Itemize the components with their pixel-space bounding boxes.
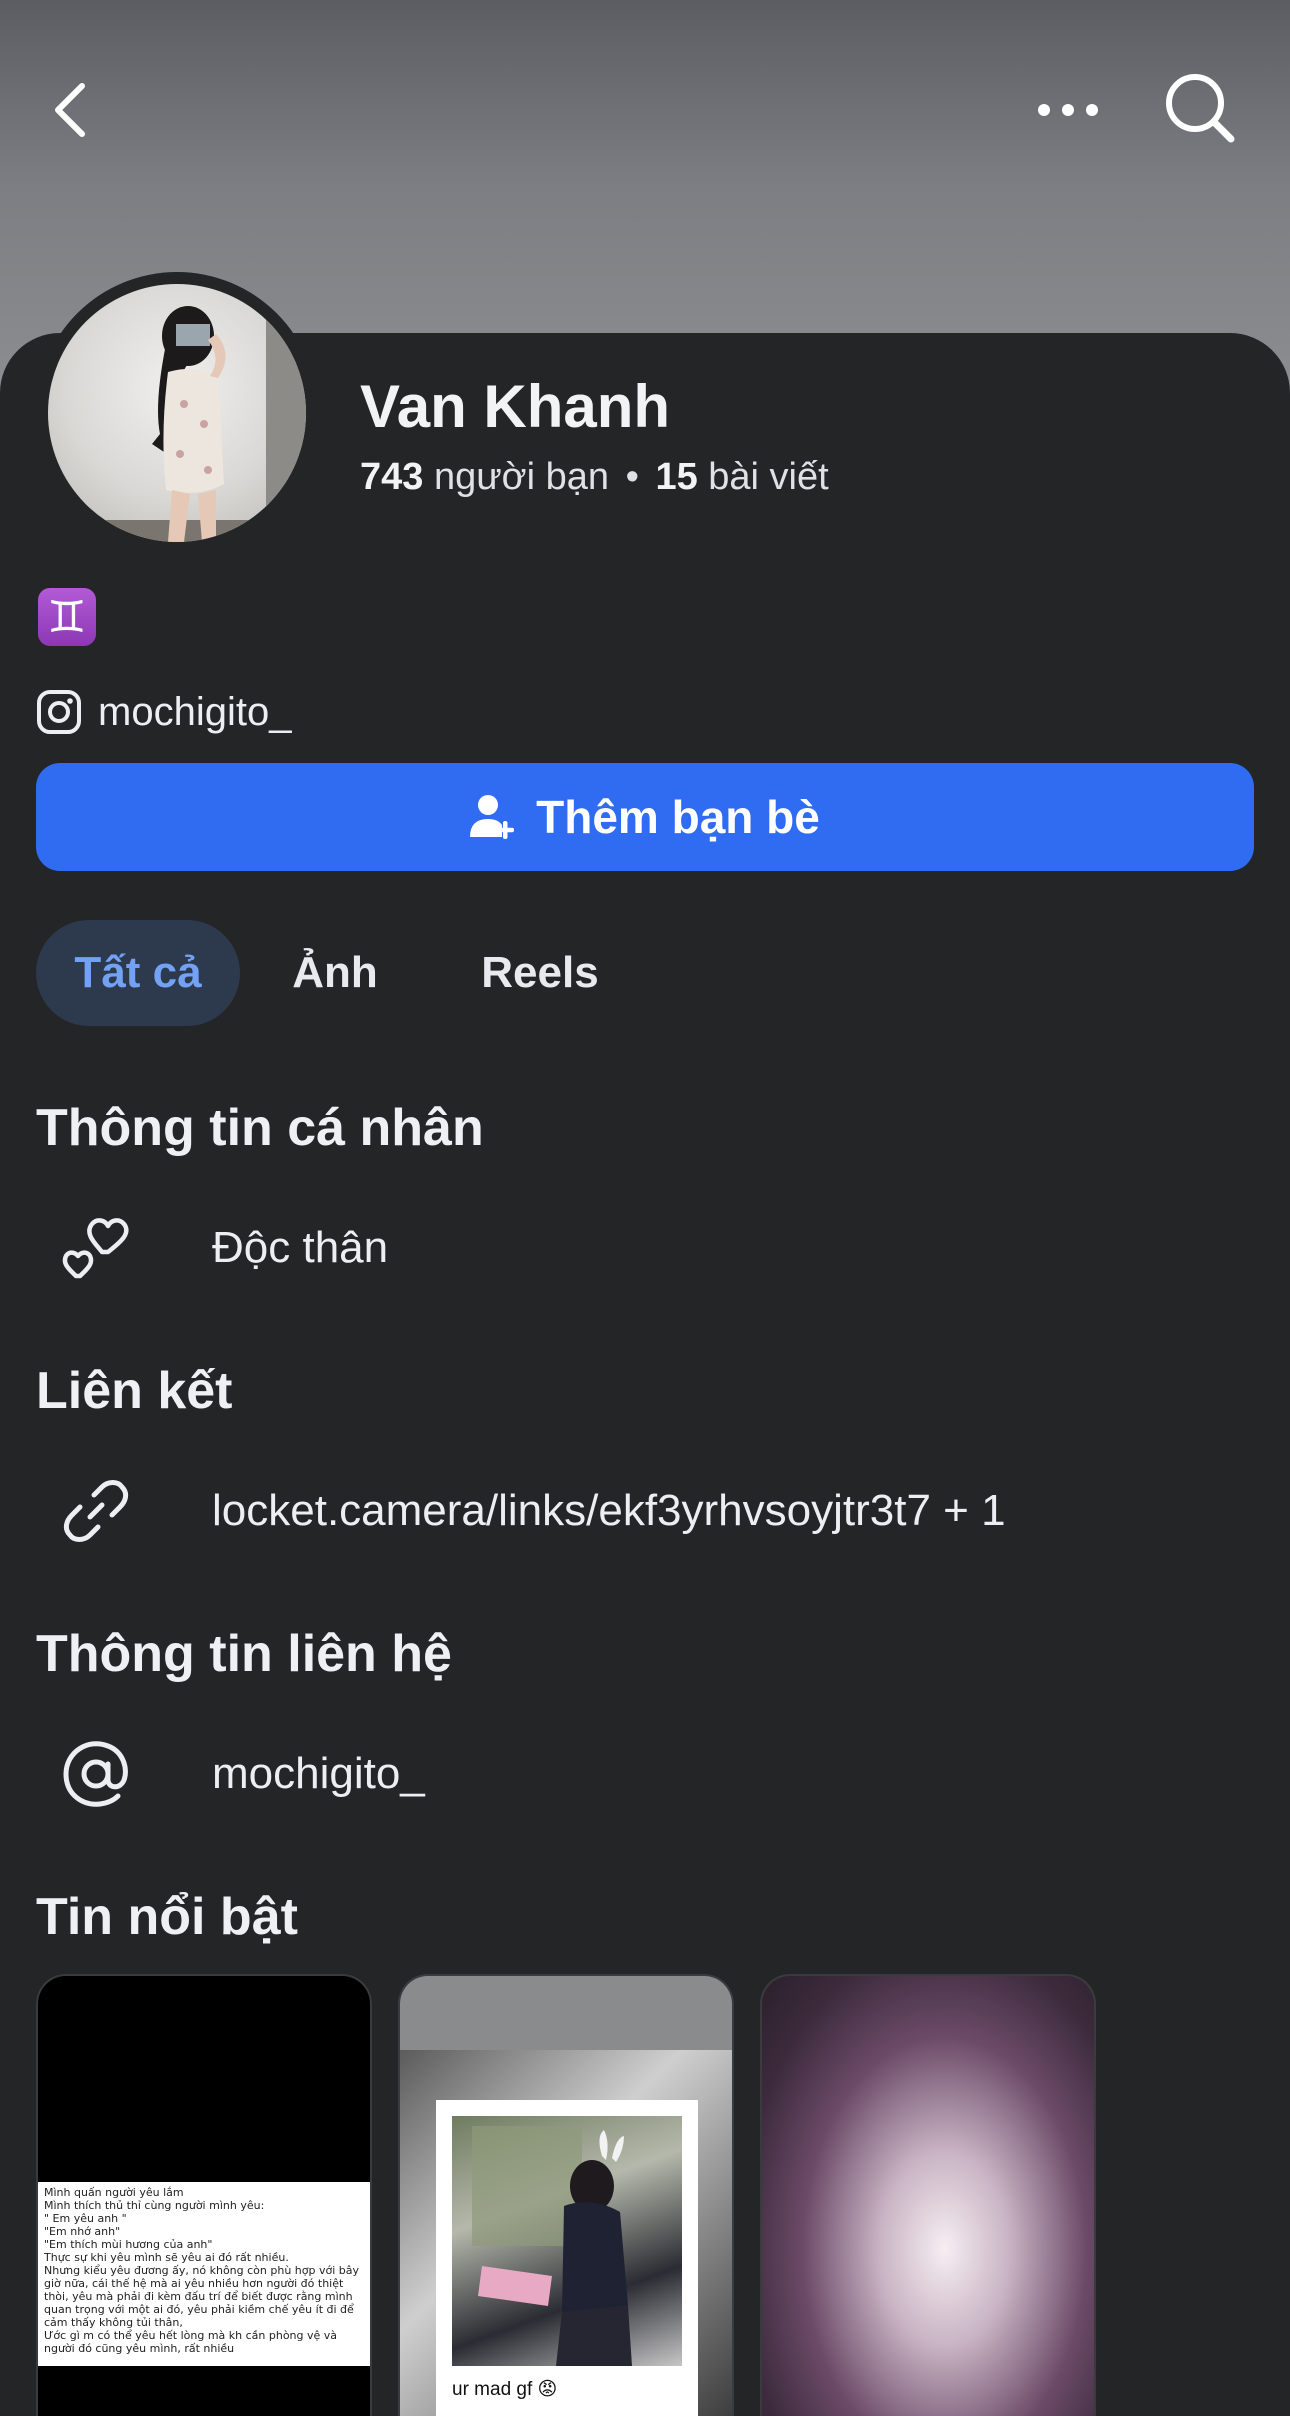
polaroid-caption: ur mad gf 😡 — [452, 2379, 558, 2400]
search-button[interactable] — [1160, 68, 1240, 148]
profile-name: Van Khanh — [360, 373, 671, 440]
instagram-icon — [37, 690, 81, 734]
posts-label: bài viết — [708, 456, 829, 498]
note-line: "Em nhớ anh" — [44, 2225, 121, 2238]
contact-handle: mochigito_ — [212, 1749, 425, 1798]
tab-reels[interactable]: Reels — [430, 920, 650, 1026]
highlights-title: Tin nổi bật — [36, 1888, 298, 1946]
link-row[interactable]: locket.camera/links/ekf3yrhvsoyjtr3t7 + … — [56, 1471, 1256, 1551]
back-icon — [55, 83, 85, 137]
zodiac-badge: ♊ — [38, 588, 96, 646]
search-icon — [1166, 74, 1235, 143]
relationship-row: Độc thân — [56, 1208, 1256, 1288]
personal-info-title: Thông tin cá nhân — [36, 1099, 484, 1157]
posts-count: 15 — [655, 456, 698, 498]
instagram-link[interactable]: mochigito_ — [36, 686, 291, 738]
note-line: Thực sự khi yêu mình sẽ yêu ai đó rất nh… — [44, 2251, 289, 2264]
highlight-item[interactable]: Mình quấn người yêu lắm Mình thích thủ t… — [36, 1974, 372, 2416]
avatar-figure — [48, 284, 306, 542]
add-person-icon — [470, 795, 515, 839]
highlight-item[interactable]: ur mad gf 😡 — [398, 1974, 734, 2416]
polaroid-photo: ur mad gf 😡 — [436, 2100, 698, 2416]
note-line: Ước gì m có thể yêu hết lòng mà kh cần p… — [44, 2329, 338, 2355]
friends-count: 743 — [360, 456, 424, 498]
at-icon — [63, 1741, 128, 1807]
tab-photos[interactable]: Ảnh — [240, 920, 430, 1026]
contact-row[interactable]: mochigito_ — [56, 1734, 1256, 1814]
note-line: "Em thích mùi hương của anh" — [44, 2238, 213, 2251]
highlights-row: Mình quấn người yêu lắm Mình thích thủ t… — [36, 1974, 1096, 2416]
instagram-handle: mochigito_ — [98, 689, 292, 734]
highlight-item[interactable] — [760, 1974, 1096, 2416]
links-title: Liên kết — [36, 1362, 233, 1420]
polaroid-figure — [472, 2126, 632, 2366]
link-icon — [63, 1480, 129, 1542]
profile-tabs: Tất cả Ảnh Reels — [36, 920, 650, 1026]
relationship-status: Độc thân — [212, 1223, 389, 1272]
highlight-note: Mình quấn người yêu lắm Mình thích thủ t… — [38, 2182, 370, 2366]
hearts-icon — [62, 1218, 129, 1279]
more-icon — [1038, 104, 1098, 116]
stats-separator: • — [625, 456, 639, 498]
note-line: Mình quấn người yêu lắm — [44, 2186, 184, 2199]
avatar-photo — [48, 284, 306, 542]
tab-all[interactable]: Tất cả — [36, 920, 240, 1026]
note-line: " Em yêu anh " — [44, 2212, 127, 2225]
avatar[interactable] — [36, 272, 318, 554]
add-friend-label: Thêm bạn bè — [536, 791, 820, 843]
friends-label: người bạn — [433, 456, 609, 498]
contact-info-title: Thông tin liên hệ — [36, 1625, 452, 1683]
link-text: locket.camera/links/ekf3yrhvsoyjtr3t7 + … — [212, 1486, 1006, 1535]
back-button[interactable] — [40, 70, 100, 150]
more-button[interactable] — [1030, 78, 1106, 142]
note-line: Nhưng kiểu yêu đương ấy, nó không còn ph… — [44, 2264, 360, 2329]
profile-stats[interactable]: 743 người bạn • 15 bài viết — [360, 456, 829, 499]
note-line: Mình thích thủ thỉ cùng người mình yêu: — [44, 2199, 265, 2212]
polaroid-picture — [452, 2116, 682, 2366]
add-friend-button[interactable]: Thêm bạn bè — [36, 763, 1254, 871]
